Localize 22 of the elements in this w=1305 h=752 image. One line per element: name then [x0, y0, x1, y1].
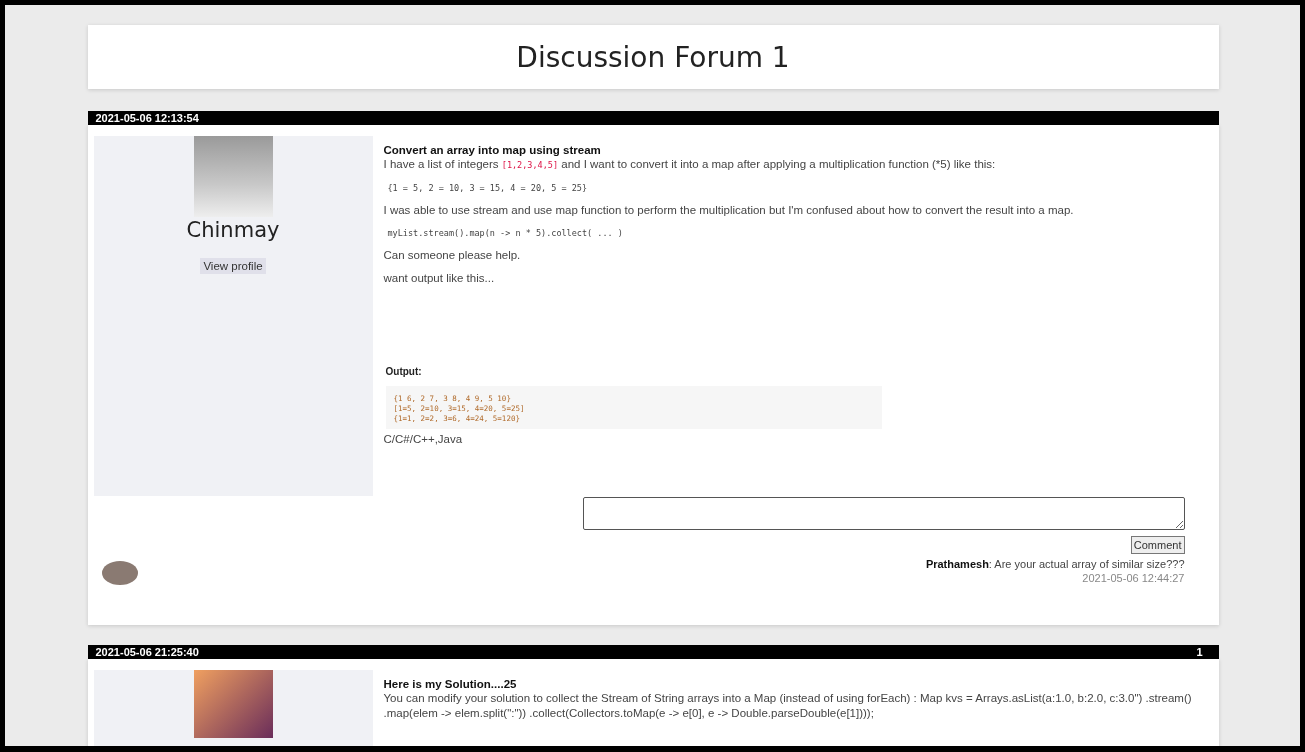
post-paragraph: want output like this...: [383, 271, 496, 286]
comment-text: Prathamesh: Are your actual array of similar size???: [925, 558, 1185, 570]
code-snippet: {1 = 5, 2 = 10, 3 = 15, 4 = 20, 5 = 25}: [387, 183, 589, 193]
post-title: Convert an array into map using stream: [383, 144, 602, 156]
view-profile-button[interactable]: View profile: [200, 258, 266, 274]
reply-count: 1: [1196, 646, 1203, 658]
post-paragraph: You can modify your solution to collect the Stream of String arrays into a Map (instead of using forEach) : Map kvs = Arrays.asList(a:1.0, b:2.0, c:3.0") .stream() .map(elem -> elem.split(":")) .collect(Collectors.toMap(e -> e[0], e -> Double.parseDouble(e[1])));: [383, 691, 1193, 721]
comment-input-field[interactable]: [582, 497, 1185, 530]
post-paragraph: I was able to use stream and use map function to perform the multiplication but I'm confused about how to convert the result into a map.: [383, 203, 1075, 218]
page-title: Discussion Forum 1: [516, 40, 790, 74]
post-paragraph: Can someone please help.: [383, 248, 522, 263]
post-title: Here is my Solution....25: [383, 678, 518, 690]
author-name: Chinmay: [186, 218, 280, 242]
comment-time: 2021-05-06 12:44:27: [1081, 572, 1185, 584]
post-timestamp: 2021-05-06 21:25:40: [95, 646, 199, 658]
post-tags: C/C#/C++,Java: [383, 433, 1197, 445]
comment-button[interactable]: Comment: [1130, 536, 1185, 554]
post-timestamp: 2021-05-06 12:13:54: [95, 112, 199, 124]
avatar-placeholder: [101, 561, 138, 585]
output-heading: Output:: [385, 366, 423, 377]
code-snippet: myList.stream().map(n -> n * 5).collect( ... ): [387, 228, 624, 238]
post-paragraph: I have a list of integers [1,2,3,4,5] and I want to convert it into a map after applying a multiplication function (*5) like this:: [383, 157, 997, 172]
